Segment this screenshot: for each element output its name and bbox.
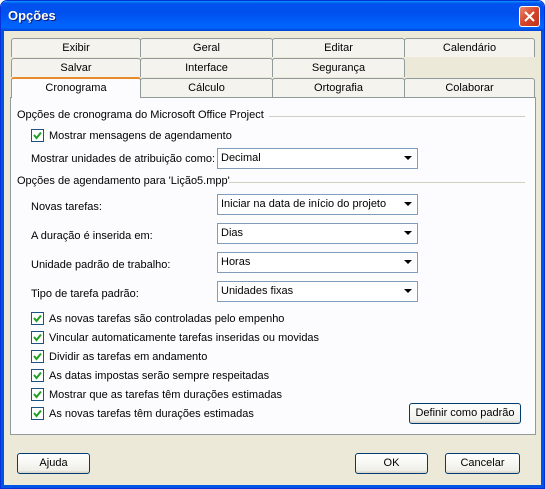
task-type-dropdown-button[interactable]	[400, 283, 416, 300]
duration-select-value: Dias	[221, 227, 244, 239]
chevron-down-icon	[404, 289, 412, 293]
chevron-down-icon	[404, 202, 412, 206]
split-tasks-checkbox[interactable]	[31, 350, 44, 363]
tab-salvar[interactable]: Salvar	[11, 58, 141, 77]
checkmark-icon	[33, 371, 42, 380]
show-messages-checkbox[interactable]	[31, 129, 44, 142]
group2-divider	[229, 182, 525, 183]
effort-driven-checkbox-row[interactable]: As novas tarefas são controladas pelo em…	[31, 311, 284, 326]
units-label: Mostrar unidades de atribuição como:	[31, 153, 216, 165]
autolink-checkbox-row[interactable]: Vincular automaticamente tarefas inserid…	[31, 330, 319, 345]
ok-button[interactable]: OK	[355, 453, 428, 474]
new-tasks-dropdown-button[interactable]	[400, 196, 416, 213]
window-frame-bottom	[1, 485, 544, 488]
checkmark-icon	[33, 314, 42, 323]
new-tasks-select[interactable]: Iniciar na data de início do projeto	[217, 194, 418, 215]
tab-interface[interactable]: Interface	[140, 58, 273, 77]
show-estimated-checkbox-row[interactable]: Mostrar que as tarefas têm durações esti…	[31, 387, 282, 402]
window-frame-right	[541, 31, 544, 488]
duration-dropdown-button[interactable]	[400, 225, 416, 242]
tab-seguranca[interactable]: Segurança	[272, 58, 405, 77]
checkmark-icon	[33, 131, 42, 140]
checkmark-icon	[33, 390, 42, 399]
effort-driven-checkbox[interactable]	[31, 312, 44, 325]
new-estimated-checkbox[interactable]	[31, 407, 44, 420]
units-dropdown-button[interactable]	[400, 150, 416, 167]
checkmark-icon	[33, 409, 42, 418]
effort-driven-label: As novas tarefas são controladas pelo em…	[49, 312, 285, 325]
chevron-down-icon	[404, 260, 412, 264]
group1-divider	[269, 116, 525, 117]
close-icon	[524, 11, 535, 22]
task-type-select-value: Unidades fixas	[221, 285, 294, 297]
units-select-value: Decimal	[221, 152, 261, 164]
honor-constraints-label: As datas impostas serão sempre respeitad…	[49, 369, 270, 382]
group1-title: Opções de cronograma do Microsoft Office…	[17, 109, 264, 121]
duration-select[interactable]: Dias	[217, 223, 418, 244]
work-unit-label: Unidade padrão de trabalho:	[31, 259, 171, 271]
tab-cronograma[interactable]: Cronograma	[11, 77, 141, 98]
group2-title: Opções de agendamento para 'Lição5.mpp'	[17, 175, 230, 187]
task-type-select[interactable]: Unidades fixas	[217, 281, 418, 302]
cancel-button[interactable]: Cancelar	[445, 453, 520, 474]
units-select[interactable]: Decimal	[217, 148, 418, 169]
checkmark-icon	[33, 352, 42, 361]
new-tasks-label: Novas tarefas:	[31, 201, 102, 213]
split-tasks-label: Dividir as tarefas em andamento	[49, 350, 208, 363]
set-default-button[interactable]: Definir como padrão	[409, 403, 521, 424]
options-dialog: Opções Exibir Geral Editar Calendário Sa…	[0, 0, 545, 489]
show-messages-label: Mostrar mensagens de agendamento	[49, 129, 232, 142]
chevron-down-icon	[404, 231, 412, 235]
autolink-label: Vincular automaticamente tarefas inserid…	[49, 331, 320, 344]
work-unit-dropdown-button[interactable]	[400, 254, 416, 271]
new-estimated-checkbox-row[interactable]: As novas tarefas têm durações estimadas	[31, 406, 254, 421]
task-type-label: Tipo de tarefa padrão:	[31, 288, 139, 300]
work-unit-select[interactable]: Horas	[217, 252, 418, 273]
split-tasks-checkbox-row[interactable]: Dividir as tarefas em andamento	[31, 349, 207, 364]
tab-exibir[interactable]: Exibir	[11, 38, 141, 57]
help-button[interactable]: Ajuda	[17, 453, 90, 474]
tab-ortografia[interactable]: Ortografia	[272, 78, 405, 97]
title-bar[interactable]: Opções	[1, 1, 544, 31]
tab-calculo[interactable]: Cálculo	[140, 78, 273, 97]
honor-constraints-checkbox-row[interactable]: As datas impostas serão sempre respeitad…	[31, 368, 269, 383]
show-estimated-label: Mostrar que as tarefas têm durações esti…	[49, 388, 282, 401]
checkmark-icon	[33, 333, 42, 342]
tab-editar[interactable]: Editar	[272, 38, 405, 57]
tab-calendario[interactable]: Calendário	[404, 38, 535, 57]
window-title: Opções	[8, 8, 56, 23]
window-frame-left	[1, 31, 4, 488]
tab-colaborar[interactable]: Colaborar	[404, 78, 535, 97]
new-tasks-select-value: Iniciar na data de início do projeto	[221, 198, 387, 210]
work-unit-select-value: Horas	[221, 256, 251, 268]
new-estimated-label: As novas tarefas têm durações estimadas	[49, 407, 254, 420]
tab-panel-cronograma: Opções de cronograma do Microsoft Office…	[10, 97, 536, 435]
show-messages-checkbox-row[interactable]: Mostrar mensagens de agendamento	[31, 128, 232, 143]
duration-label: A duração é inserida em:	[31, 230, 153, 242]
close-button[interactable]	[519, 6, 540, 27]
show-estimated-checkbox[interactable]	[31, 388, 44, 401]
autolink-checkbox[interactable]	[31, 331, 44, 344]
chevron-down-icon	[404, 156, 412, 160]
tab-geral[interactable]: Geral	[140, 38, 273, 57]
honor-constraints-checkbox[interactable]	[31, 369, 44, 382]
